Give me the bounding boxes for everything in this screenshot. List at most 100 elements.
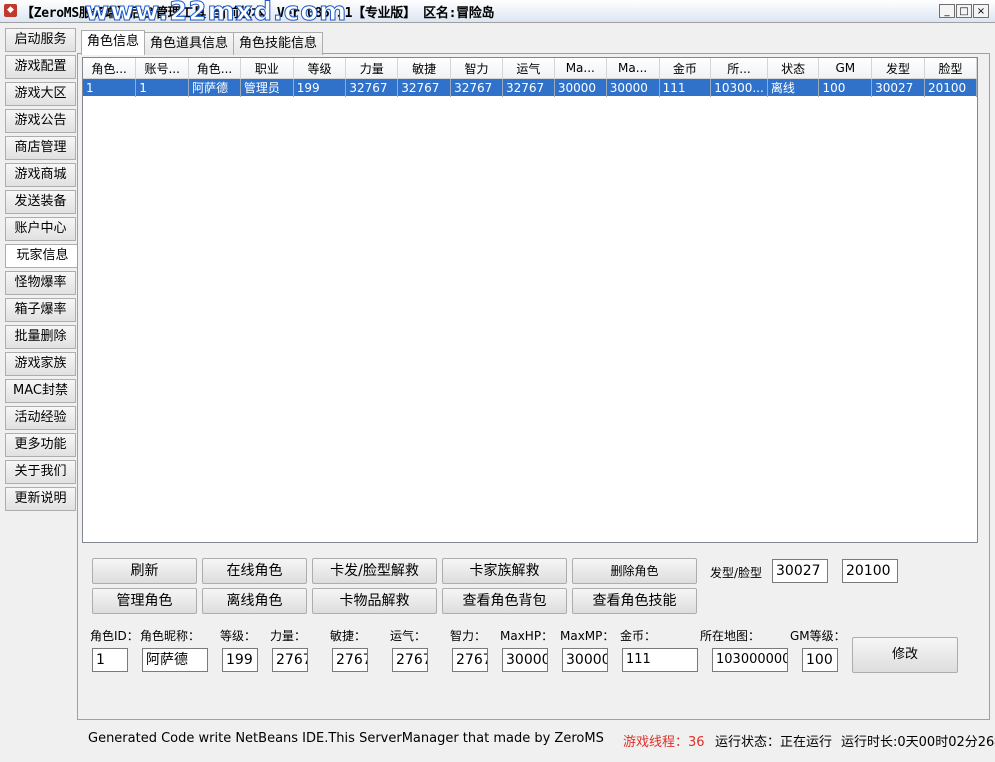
map-label: 所在地图： [700,629,761,643]
role-table[interactable]: 角色... 账号... 角色... 职业 等级 力量 敏捷 智力 运气 Ma..… [82,57,978,543]
credit-text: Generated Code write NetBeans IDE.This S… [88,731,604,746]
column-header[interactable]: 职业 [240,58,294,79]
column-header[interactable]: 状态 [767,58,820,79]
gm-field[interactable]: 100 [802,648,838,672]
level-label: 等级： [220,629,257,643]
table-row[interactable]: 1 1 阿萨德 管理员 199 32767 32767 32767 32767 … [83,78,977,97]
table-cell: 1 [135,78,190,97]
column-header[interactable]: GM [818,58,873,79]
close-icon[interactable]: × [973,4,989,18]
hair-field[interactable]: 30027 [772,559,828,583]
sidebar-item-start-service[interactable]: 启动服务 [5,28,76,52]
tab-role-skills[interactable]: 角色技能信息 [233,32,324,55]
int-field[interactable]: 2767 [452,648,488,672]
nickname-label: 角色昵称： [140,629,201,643]
luk-label: 运气： [390,629,427,643]
str-label: 力量： [270,629,307,643]
column-header[interactable]: 力量 [345,58,399,79]
column-header[interactable]: 角色... [188,58,241,79]
sidebar-item-account-center[interactable]: 账户中心 [5,217,76,241]
sidebar-item-game-region[interactable]: 游戏大区 [5,82,76,106]
column-header[interactable]: Ma... [606,58,660,79]
table-cell: 管理员 [240,78,294,97]
table-cell: 100 [818,78,873,97]
sidebar-item-changelog[interactable]: 更新说明 [5,487,76,511]
sidebar-item-game-notice[interactable]: 游戏公告 [5,109,76,133]
offline-roles-button[interactable]: 离线角色 [202,588,307,614]
sidebar-item-shop-manage[interactable]: 商店管理 [5,136,76,160]
column-header[interactable]: 脸型 [924,58,977,79]
column-header[interactable]: 账号... [135,58,190,79]
table-cell: 32767 [450,78,503,97]
sidebar-item-more-features[interactable]: 更多功能 [5,433,76,457]
unstick-family-button[interactable]: 卡家族解救 [442,558,567,584]
column-header[interactable]: 敏捷 [397,58,452,79]
gold-field[interactable]: 111 [622,648,698,672]
luk-field[interactable]: 2767 [392,648,428,672]
sidebar: 启动服务 游戏配置 游戏大区 游戏公告 商店管理 游戏商城 发送装备 账户中心 … [5,28,79,514]
maxmp-label: MaxMP： [560,629,615,643]
sidebar-item-monster-drop[interactable]: 怪物爆率 [5,271,76,295]
level-field[interactable]: 199 [222,648,258,672]
unstick-item-button[interactable]: 卡物品解救 [312,588,437,614]
tab-role-info[interactable]: 角色信息 [81,30,146,55]
table-cell: 10300... [710,78,768,97]
unstick-hair-face-button[interactable]: 卡发/脸型解救 [312,558,437,584]
maxhp-label: MaxHP： [500,629,554,643]
table-cell: 阿萨德 [188,78,241,97]
tab-bar: 角色信息 角色道具信息 角色技能信息 [81,30,324,55]
table-cell: 32767 [502,78,555,97]
sidebar-item-box-drop[interactable]: 箱子爆率 [5,298,76,322]
table-cell: 离线 [767,78,820,97]
online-roles-button[interactable]: 在线角色 [202,558,307,584]
table-cell: 32767 [345,78,399,97]
sidebar-item-batch-delete[interactable]: 批量删除 [5,325,76,349]
nickname-field[interactable]: 阿萨德 [142,648,208,672]
column-header[interactable]: 所... [710,58,768,79]
modify-button[interactable]: 修改 [852,637,958,673]
table-header: 角色... 账号... 角色... 职业 等级 力量 敏捷 智力 运气 Ma..… [83,58,977,79]
sidebar-item-event-exp[interactable]: 活动经验 [5,406,76,430]
sidebar-item-player-info[interactable]: 玩家信息 [5,244,79,268]
table-cell: 199 [293,78,347,97]
table-cell: 20100 [924,78,977,97]
view-skill-button[interactable]: 查看角色技能 [572,588,697,614]
str-field[interactable]: 2767 [272,648,308,672]
table-cell: 30000 [554,78,607,97]
maxhp-field[interactable]: 30000 [502,648,548,672]
manage-role-button[interactable]: 管理角色 [92,588,197,614]
watermark-text: www.22mxd.com [84,0,348,28]
sidebar-item-about-us[interactable]: 关于我们 [5,460,76,484]
uptime-text: 运行时长:0天00时02分26秒 [841,735,995,750]
column-header[interactable]: 智力 [450,58,503,79]
minimize-icon[interactable]: _ [939,4,955,18]
maximize-icon[interactable]: □ [956,4,972,18]
sidebar-item-game-family[interactable]: 游戏家族 [5,352,76,376]
hair-face-label: 发型/脸型 [710,566,763,580]
column-header[interactable]: Ma... [554,58,607,79]
app-icon: ◆ [4,4,17,17]
sidebar-item-mac-ban[interactable]: MAC封禁 [5,379,76,403]
map-field[interactable]: 103000000 [712,648,788,672]
tab-role-items[interactable]: 角色道具信息 [144,32,235,55]
face-field[interactable]: 20100 [842,559,898,583]
dex-field[interactable]: 2767 [332,648,368,672]
column-header[interactable]: 金币 [659,58,712,79]
role-id-field[interactable]: 1 [92,648,128,672]
delete-role-button[interactable]: 删除角色 [572,558,697,584]
column-header[interactable]: 角色... [83,58,137,79]
column-header[interactable]: 等级 [293,58,347,79]
view-bag-button[interactable]: 查看角色背包 [442,588,567,614]
maxmp-field[interactable]: 30000 [562,648,608,672]
sidebar-item-game-config[interactable]: 游戏配置 [5,55,76,79]
table-cell: 30027 [871,78,925,97]
sidebar-item-send-equip[interactable]: 发送装备 [5,190,76,214]
title-bar: ◆ 【ZeroMS服务端】后台管理工具 当前版本：Ver.085.31【专业版】… [0,0,995,28]
column-header[interactable]: 运气 [502,58,555,79]
table-cell: 30000 [606,78,660,97]
int-label: 智力： [450,629,487,643]
sidebar-item-game-mall[interactable]: 游戏商城 [5,163,76,187]
game-threads-text: 游戏线程：36 [623,735,705,750]
refresh-button[interactable]: 刷新 [92,558,197,584]
column-header[interactable]: 发型 [871,58,925,79]
